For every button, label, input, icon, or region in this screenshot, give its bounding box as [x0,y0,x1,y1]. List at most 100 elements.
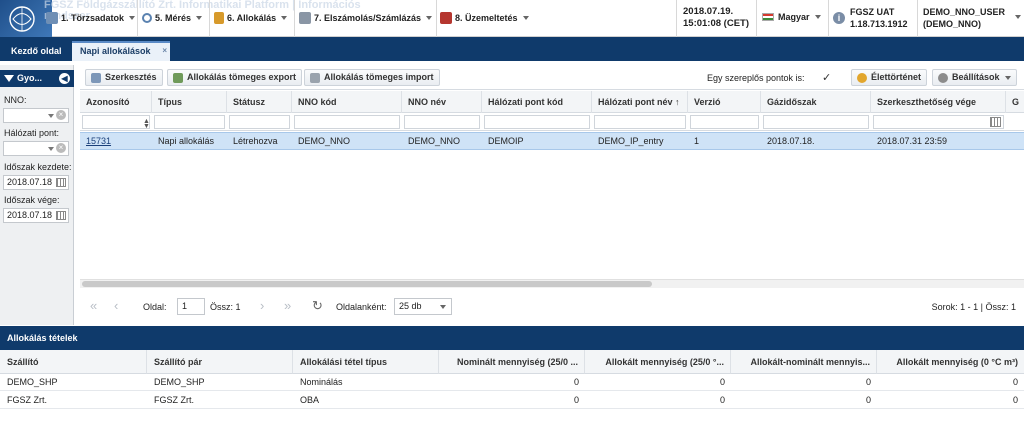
id-filter[interactable]: ▲ ▼ [82,115,150,130]
clear-icon[interactable]: × [56,110,66,120]
column-header-status[interactable]: Státusz [227,91,292,113]
prev-page-icon[interactable]: ‹ [114,298,118,313]
settings-label: Beállítások [952,72,1000,82]
calendar-icon[interactable] [56,211,66,220]
nno-name-filter[interactable] [404,115,480,129]
cell-allocated-qty-0c: 0 [877,392,1024,409]
chevron-down-icon [48,114,54,118]
column-header-allocated-qty[interactable]: Allokált mennyiség (25/0 °... [585,350,731,374]
allocation-items-header: Allokálás tételek [0,326,1024,350]
column-header-shipper-pair[interactable]: Szállító pár [147,350,293,374]
first-page-icon[interactable]: « [90,298,97,313]
per-page-value: 25 db [399,301,422,311]
chevron-down-icon [196,16,203,20]
last-page-icon[interactable]: » [284,298,291,313]
column-header-id[interactable]: Azonosító [80,91,152,113]
chevron-down-icon [129,16,136,20]
gas-period-filter[interactable] [763,115,869,129]
menu-elszamolas[interactable]: 7. Elszámolás/Számlázás [299,10,433,26]
column-header-gas-period[interactable]: Gázidőszak [761,91,871,113]
refresh-icon[interactable]: ↻ [312,298,323,314]
page-total: Össz: 1 [210,302,241,312]
filter-panel: Gyo... ◀ NNO: × Hálózati pont: × Időszak… [0,65,74,325]
version-filter[interactable] [690,115,759,129]
column-header-alloc-minus-nom[interactable]: Allokált-nominált mennyis... [731,350,877,374]
column-header-version[interactable]: Verzió [688,91,761,113]
chevron-down-icon [522,16,529,20]
horizontal-scrollbar[interactable] [80,279,1024,288]
lock-icon [214,12,224,24]
next-page-icon[interactable]: › [260,298,264,313]
column-header-item-type[interactable]: Allokálási tétel típus [293,350,439,374]
table-row[interactable]: 15731 Napi allokálás Létrehozva DEMO_NNO… [80,132,1024,150]
environment-name: FGSZ UAT [850,7,895,17]
column-header-nno-name[interactable]: NNO név [402,91,482,113]
cell-allocated-qty: 0 [585,392,731,409]
point-code-filter[interactable] [484,115,590,129]
cell-version: 1 [694,136,700,146]
status-filter[interactable] [229,115,290,129]
cell-type: Napi allokálás [158,136,215,146]
chevron-down-icon[interactable] [1015,15,1021,19]
tab-daily-allocations[interactable]: Napi allokálások × [72,41,170,61]
column-header-nno-code[interactable]: NNO kód [292,91,402,113]
cell-nominated-qty: 0 [439,392,585,409]
page-number-input[interactable]: 1 [177,298,205,315]
period-start-input[interactable]: 2018.07.18 [3,175,69,190]
tab-home[interactable]: Kezdő oldal [3,41,70,61]
info-icon[interactable]: i [833,12,845,24]
collapse-panel-icon[interactable]: ◀ [59,73,70,84]
menu-uzemeltetes[interactable]: 8. Üzemeltetés [440,10,529,26]
history-label: Élettörténet [871,72,922,82]
type-filter[interactable] [154,115,225,129]
settings-button[interactable]: Beállítások [932,69,1017,86]
filter-icon [4,75,14,82]
grid-header-row: Azonosító Típus Státusz NNO kód NNO név … [80,91,1024,113]
nno-select[interactable]: × [3,108,69,123]
column-header-type[interactable]: Típus [152,91,227,113]
network-point-label: Hálózati pont: [4,128,60,138]
cell-status: Létrehozva [233,136,278,146]
period-end-input[interactable]: 2018.07.18 [3,208,69,223]
column-header-point-code[interactable]: Hálózati pont kód [482,91,592,113]
calendar-icon[interactable] [990,117,1001,127]
clear-icon[interactable]: × [56,143,66,153]
bulk-export-button[interactable]: Allokálás tömeges export [167,69,303,86]
column-header-allocated-qty-0c[interactable]: Allokált mennyiség (0 °C m³) [877,350,1024,374]
menu-allokalas[interactable]: 6. Allokálás [214,10,288,26]
single-party-checkbox[interactable]: ✓ [822,71,831,84]
cell-shipper: DEMO_SHP [0,374,147,391]
divider [294,0,295,37]
bulk-import-button[interactable]: Allokálás tömeges import [304,69,440,86]
close-icon[interactable]: × [162,42,167,59]
scrollbar-thumb[interactable] [82,281,652,287]
import-icon [310,72,320,83]
calendar-icon[interactable] [56,178,66,187]
column-header-nominated-qty[interactable]: Nominált mennyiség (25/0 ... [439,350,585,374]
filter-panel-title: Gyo... [17,73,43,83]
per-page-select[interactable]: 25 db [394,298,452,315]
column-header-point-name[interactable]: Hálózati pont név ↑ [592,91,688,113]
edit-button[interactable]: Szerkesztés [85,69,163,86]
user-menu[interactable]: DEMO_NNO_USER (DEMO_NNO) [923,6,1005,30]
history-button[interactable]: Élettörténet [851,69,928,86]
language-selector[interactable]: Magyar [762,12,821,22]
editable-until-filter[interactable] [873,115,1004,129]
column-header-more[interactable]: G [1006,91,1024,113]
network-point-select[interactable]: × [3,141,69,156]
point-name-filter[interactable] [594,115,686,129]
master-data-icon [46,12,58,24]
menu-torzsadatok[interactable]: 1. Törzsadatok [46,10,136,26]
column-header-shipper[interactable]: Szállító [0,350,147,374]
sort-icon[interactable]: ▲ ▼ [143,118,150,130]
grid-filter-row: ▲ ▼ [80,113,1024,131]
nno-code-filter[interactable] [294,115,400,129]
server-datetime: 2018.07.19. 15:01:08 (CET) [683,6,749,30]
period-start-label: Időszak kezdete: [4,162,72,172]
column-header-editable-until[interactable]: Szerkeszthetőség vége [871,91,1006,113]
cell-alloc-minus-nom: 0 [731,374,877,391]
cell-id-link[interactable]: 15731 [80,133,152,150]
cell-point-name: DEMO_IP_entry [598,136,664,146]
magnifier-icon [142,13,152,23]
menu-meres[interactable]: 5. Mérés [142,10,203,26]
